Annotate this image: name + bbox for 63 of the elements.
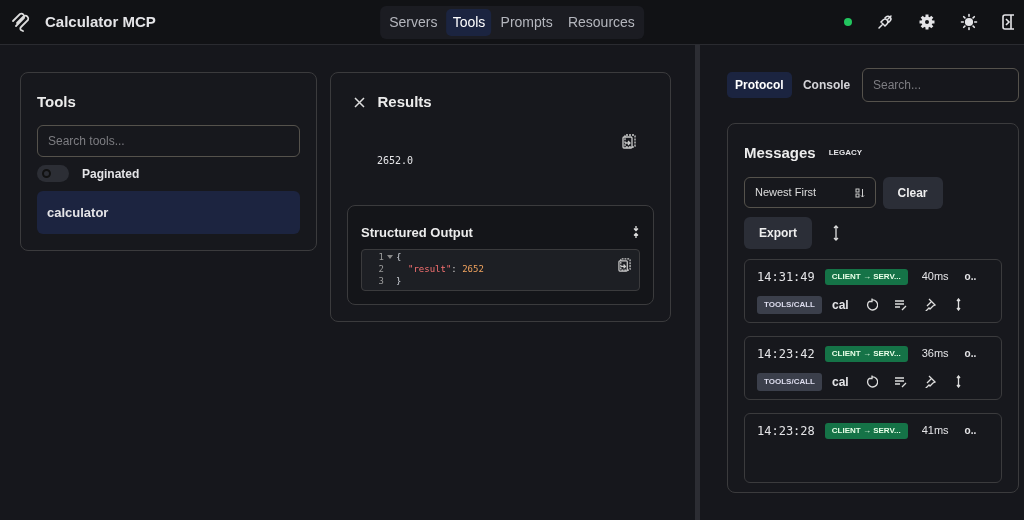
replay-icon[interactable] (864, 298, 878, 311)
method-label: TOOLS/CALL (757, 372, 822, 391)
copy-icon[interactable] (618, 257, 631, 272)
message-time: 14:23:28 (757, 422, 815, 440)
dropdown-value: Newest First (755, 185, 817, 201)
edit-list-icon[interactable] (893, 375, 907, 388)
code-line: "result": 2652 (407, 262, 484, 276)
close-icon[interactable] (353, 96, 365, 108)
plug-icon[interactable] (876, 13, 894, 31)
settings-icon[interactable] (918, 13, 936, 31)
message-card[interactable]: 14:31:49 CLIENT → SERV... 40ms o.. TOOLS/CALL cal (744, 258, 1002, 323)
search-field[interactable]: Search... (862, 68, 1019, 102)
panel-title: Results (377, 92, 432, 112)
direction-label: CLIENT → SERV... (824, 268, 908, 285)
message-detail: o.. (964, 270, 977, 284)
copy-icon[interactable] (622, 133, 636, 149)
message-detail: o.. (964, 347, 977, 361)
replay-icon[interactable] (864, 375, 878, 388)
clear-button[interactable]: Clear (882, 176, 943, 209)
direction-label: CLIENT → SERV... (824, 422, 908, 439)
message-card[interactable]: 14:23:42 CLIENT → SERV... 36ms o.. TOOLS/CALL cal (744, 335, 1002, 400)
message-time: 14:23:42 (757, 345, 815, 363)
line-number: 1 (377, 250, 384, 264)
collapse-icon[interactable] (632, 225, 640, 240)
expand-icon[interactable] (831, 224, 840, 241)
export-button[interactable]: Export (744, 216, 812, 249)
nav-tab[interactable]: Resources (561, 8, 641, 36)
message-duration: 41ms (921, 423, 949, 439)
message-detail: o.. (964, 424, 977, 438)
sun-icon[interactable] (960, 13, 978, 31)
panel-title: Tools (37, 92, 77, 112)
search-field[interactable]: Search tools... (37, 124, 300, 157)
logo-icon (10, 11, 32, 33)
nav-tab[interactable]: Tools (446, 8, 492, 36)
toggle-label: Paginated (82, 165, 140, 183)
fold-icon[interactable] (387, 255, 393, 260)
edit-list-icon[interactable] (893, 298, 907, 311)
sort-icon (855, 187, 865, 198)
panel-tab[interactable]: Protocol (727, 72, 792, 98)
line-number: 3 (377, 274, 384, 288)
tool-list-item[interactable]: calculator (37, 190, 300, 234)
panel-tab[interactable]: Console (794, 72, 859, 98)
panel-title: Messages (744, 143, 816, 163)
legacy-label: LEGACY (828, 147, 863, 160)
nav-tab[interactable]: Servers (383, 8, 444, 36)
app-title: Calculator MCP (45, 11, 156, 32)
message-card[interactable]: 14:23:28 CLIENT → SERV... 41ms o.. (744, 412, 1002, 483)
sidebar-toggle-icon[interactable] (1002, 14, 1014, 30)
direction-label: CLIENT → SERV... (824, 345, 908, 362)
code-line: } (396, 274, 402, 288)
method-label: TOOLS/CALL (757, 295, 822, 314)
card-title: Structured Output (361, 223, 473, 242)
tool-name: cal (831, 373, 849, 391)
nav-tab[interactable]: Prompts (494, 8, 559, 36)
message-time: 14:31:49 (757, 268, 815, 286)
sort-dropdown[interactable]: Newest First (744, 177, 876, 208)
line-number: 2 (377, 262, 384, 276)
result-text: 2652.0 (376, 153, 415, 168)
code-line: { (396, 250, 402, 264)
message-duration: 40ms (921, 269, 949, 285)
toggle-switch[interactable] (37, 165, 69, 182)
tool-name: cal (831, 296, 849, 314)
message-duration: 36ms (921, 346, 949, 362)
